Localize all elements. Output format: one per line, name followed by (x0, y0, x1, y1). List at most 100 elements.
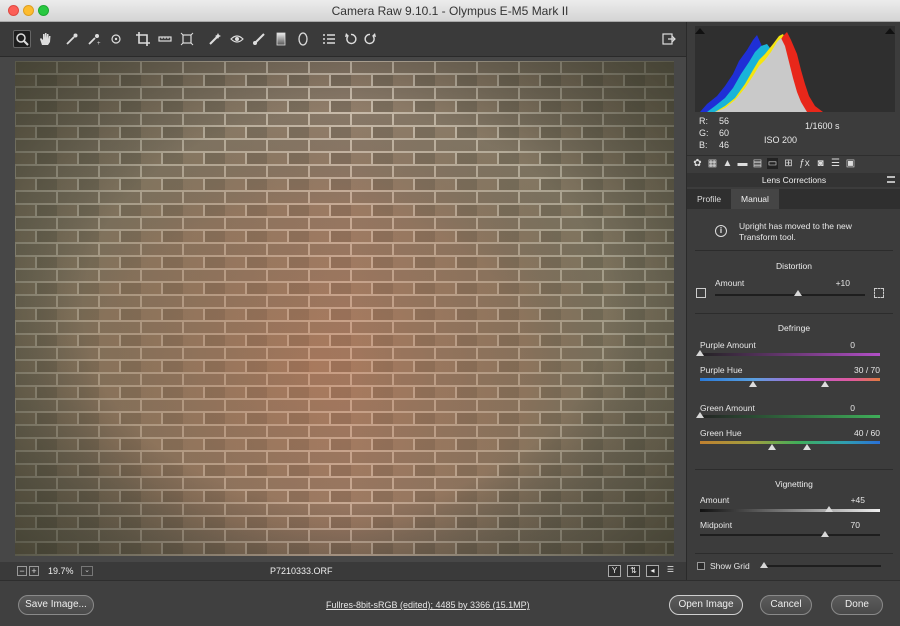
copy-settings-icon[interactable]: ◂ (646, 565, 659, 577)
rotate-right-icon[interactable] (362, 31, 378, 47)
purple-hue-slider[interactable] (700, 378, 880, 381)
vignetting-amount-value: +45 (850, 495, 865, 505)
distortion-barrel-icon (874, 288, 884, 298)
panel-tab-icons: ✿ ▦ ▲ ▬ ▤ ▭ ⊞ ƒx ◙ ☰ ▣ (687, 156, 900, 172)
distortion-title: Distortion (776, 261, 812, 271)
midpoint-slider-thumb[interactable] (821, 531, 829, 537)
zoom-level: 19.7% (48, 566, 74, 576)
green-hue-min-thumb[interactable] (768, 444, 776, 450)
spot-removal-icon[interactable] (207, 31, 223, 47)
green-hue-max-thumb[interactable] (803, 444, 811, 450)
graduated-filter-icon[interactable] (273, 31, 289, 47)
camera-calibration-tab-icon[interactable]: ◙ (815, 158, 826, 169)
detail-tab-icon[interactable]: ▲ (722, 158, 733, 169)
basic-tab-icon[interactable]: ✿ (692, 158, 703, 169)
snapshots-tab-icon[interactable]: ▣ (845, 158, 856, 169)
green-amount-slider[interactable] (700, 415, 880, 418)
transform-tab-icon[interactable]: ⊞ (783, 158, 794, 169)
presets-list-icon[interactable] (321, 31, 337, 47)
distortion-pincushion-icon (696, 288, 706, 298)
g-value: 60 (719, 128, 730, 138)
g-label: G: (699, 128, 709, 138)
purple-amount-label: Purple Amount (700, 340, 756, 350)
show-grid-slider-thumb[interactable] (760, 562, 768, 568)
distortion-slider-thumb[interactable] (793, 290, 802, 296)
green-amount-slider-thumb[interactable] (696, 412, 704, 418)
show-grid-checkbox[interactable] (697, 562, 705, 570)
crop-icon[interactable] (135, 31, 151, 47)
zoom-dropdown[interactable]: ⌄ (81, 566, 93, 576)
info-icon: i (715, 225, 727, 237)
straighten-icon[interactable] (157, 31, 173, 47)
effects-tab-icon[interactable]: ƒx (799, 158, 810, 169)
save-image-button[interactable]: Save Image... (18, 595, 94, 615)
presets-tab-icon[interactable]: ☰ (830, 158, 841, 169)
distortion-slider[interactable] (715, 294, 865, 296)
hand-icon[interactable] (37, 31, 53, 47)
purple-amount-slider-thumb[interactable] (696, 350, 704, 356)
lens-corrections-tab-icon[interactable]: ▭ (767, 158, 778, 169)
shutter-speed: 1/1600 s (805, 121, 840, 131)
divider (695, 553, 893, 554)
histogram (695, 26, 895, 112)
green-hue-value: 40 / 60 (854, 428, 880, 438)
purple-amount-value: 0 (850, 340, 855, 350)
target-adjustment-icon[interactable] (108, 31, 124, 47)
color-sampler-icon[interactable]: + (86, 31, 102, 47)
highlight-clipping-icon[interactable] (885, 28, 895, 34)
done-button[interactable]: Done (831, 595, 883, 615)
cancel-button[interactable]: Cancel (760, 595, 812, 615)
green-amount-label: Green Amount (700, 403, 755, 413)
r-value: 56 (719, 116, 730, 126)
panel-menu-icon[interactable] (887, 176, 895, 183)
open-image-button[interactable]: Open Image (669, 595, 743, 615)
zoom-icon[interactable] (13, 30, 31, 48)
vignetting-amount-slider[interactable] (700, 509, 880, 512)
b-value: 46 (719, 140, 730, 150)
split-toning-tab-icon[interactable]: ▤ (752, 158, 763, 169)
zoom-in-button[interactable]: + (29, 566, 39, 576)
photo-preview[interactable] (15, 61, 674, 556)
before-after-icon[interactable]: Y (608, 565, 621, 577)
white-balance-icon[interactable] (64, 31, 80, 47)
purple-amount-slider[interactable] (700, 353, 880, 356)
transform-icon[interactable] (179, 31, 195, 47)
purple-hue-label: Purple Hue (700, 365, 743, 375)
rotate-left-icon[interactable] (343, 31, 359, 47)
image-canvas[interactable] (0, 57, 686, 562)
vignetting-amount-slider-thumb[interactable] (825, 506, 833, 512)
green-hue-slider[interactable] (700, 441, 880, 444)
swap-settings-icon[interactable]: ⇅ (627, 565, 640, 577)
upright-notice: Upright has moved to the new Transform t… (739, 221, 852, 242)
red-eye-icon[interactable] (229, 31, 245, 47)
zoom-out-button[interactable]: − (17, 566, 27, 576)
midpoint-value: 70 (850, 520, 860, 530)
title-bar: Camera Raw 9.10.1 - Olympus E-M5 Mark II (0, 0, 900, 22)
tone-curve-tab-icon[interactable]: ▦ (707, 158, 718, 169)
tab-manual[interactable]: Manual (731, 189, 779, 209)
brick-wall-image (15, 61, 674, 556)
midpoint-slider[interactable] (700, 534, 880, 536)
purple-hue-min-thumb[interactable] (749, 381, 757, 387)
workflow-options-link[interactable]: Fullres-8bit-sRGB (edited); 4485 by 3366… (326, 600, 530, 610)
fullscreen-icon[interactable] (661, 31, 677, 47)
green-hue-label: Green Hue (700, 428, 742, 438)
radial-filter-icon[interactable] (295, 31, 311, 47)
vignetting-amount-label: Amount (700, 495, 730, 505)
panel-title: Lens Corrections (687, 173, 900, 187)
midpoint-label: Midpoint (700, 520, 733, 530)
purple-hue-max-thumb[interactable] (821, 381, 829, 387)
show-grid-slider[interactable] (761, 565, 881, 567)
vignetting-title: Vignetting (775, 479, 813, 489)
adjustment-brush-icon[interactable] (251, 31, 267, 47)
green-amount-value: 0 (850, 403, 855, 413)
distortion-amount-label: Amount (715, 278, 745, 288)
hsl-tab-icon[interactable]: ▬ (737, 158, 748, 169)
preview-preferences-icon[interactable]: ☰ (664, 565, 677, 577)
tab-profile[interactable]: Profile (687, 189, 731, 209)
image-status-bar: − + 19.7% ⌄ P7210333.ORF Y ⇅ ◂ ☰ (0, 562, 686, 580)
show-grid-label: Show Grid (710, 561, 750, 571)
divider (695, 313, 893, 314)
divider (695, 469, 893, 470)
shadow-clipping-icon[interactable] (695, 28, 705, 34)
